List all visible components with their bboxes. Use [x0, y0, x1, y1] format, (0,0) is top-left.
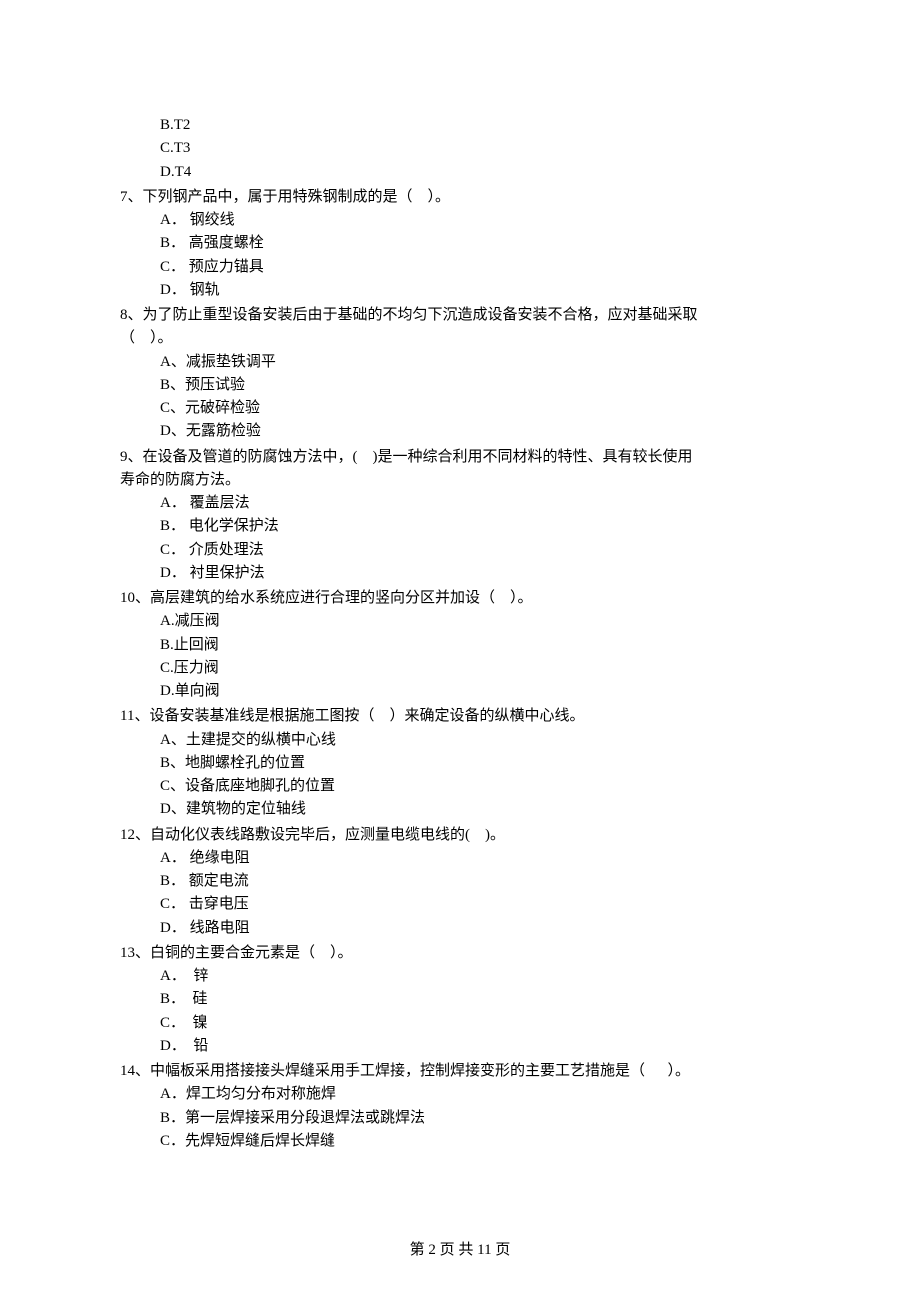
- option-item: D.T4: [160, 161, 800, 184]
- orphan-options-block: B.T2 C.T3 D.T4: [120, 114, 800, 184]
- question-stem: 11、设备安装基准线是根据施工图按（ ）来确定设备的纵横中心线。: [120, 705, 800, 728]
- option-item: B．第一层焊接采用分段退焊法或跳焊法: [160, 1107, 800, 1130]
- option-item: C、设备底座地脚孔的位置: [160, 775, 800, 798]
- question-14: 14、中幅板采用搭接接头焊缝采用手工焊接，控制焊接变形的主要工艺措施是（ ）。 …: [120, 1060, 800, 1153]
- option-item: C． 介质处理法: [160, 539, 800, 562]
- option-item: A.减压阀: [160, 610, 800, 633]
- question-stem: 9、在设备及管道的防腐蚀方法中，( )是一种综合利用不同材料的特性、具有较长使用…: [120, 446, 800, 493]
- option-item: A． 锌: [160, 965, 800, 988]
- option-item: C.T3: [160, 137, 800, 160]
- question-options: A． 钢绞线 B． 高强度螺栓 C． 预应力锚具 D． 钢轨: [120, 209, 800, 302]
- question-options: A.减压阀 B.止回阀 C.压力阀 D.单向阀: [120, 610, 800, 703]
- document-page: B.T2 C.T3 D.T4 7、下列钢产品中，属于用特殊钢制成的是（ ）。 A…: [0, 0, 920, 1302]
- option-item: A． 覆盖层法: [160, 492, 800, 515]
- question-options: A． 锌 B． 硅 C． 镍 D． 铅: [120, 965, 800, 1058]
- question-13: 13、白铜的主要合金元素是（ ）。 A． 锌 B． 硅 C． 镍 D． 铅: [120, 942, 800, 1058]
- question-stem: 12、自动化仪表线路敷设完毕后，应测量电缆电线的( )。: [120, 824, 800, 847]
- option-item: D、无露筋检验: [160, 420, 800, 443]
- option-item: C． 击穿电压: [160, 893, 800, 916]
- option-item: B.止回阀: [160, 634, 800, 657]
- option-item: A． 钢绞线: [160, 209, 800, 232]
- option-item: D． 铅: [160, 1035, 800, 1058]
- option-item: D、建筑物的定位轴线: [160, 798, 800, 821]
- option-item: D.单向阀: [160, 680, 800, 703]
- option-item: A．焊工均匀分布对称施焊: [160, 1083, 800, 1106]
- question-options: A．焊工均匀分布对称施焊 B．第一层焊接采用分段退焊法或跳焊法 C．先焊短焊缝后…: [120, 1083, 800, 1153]
- option-item: B.T2: [160, 114, 800, 137]
- option-item: D． 线路电阻: [160, 917, 800, 940]
- question-stem: 13、白铜的主要合金元素是（ ）。: [120, 942, 800, 965]
- question-options: A、土建提交的纵横中心线 B、地脚螺栓孔的位置 C、设备底座地脚孔的位置 D、建…: [120, 729, 800, 822]
- option-item: C.压力阀: [160, 657, 800, 680]
- option-item: D． 衬里保护法: [160, 562, 800, 585]
- option-item: B． 硅: [160, 988, 800, 1011]
- question-stem: 14、中幅板采用搭接接头焊缝采用手工焊接，控制焊接变形的主要工艺措施是（ ）。: [120, 1060, 800, 1083]
- question-stem: 10、高层建筑的给水系统应进行合理的竖向分区并加设（ ）。: [120, 587, 800, 610]
- question-options: A． 绝缘电阻 B． 额定电流 C． 击穿电压 D． 线路电阻: [120, 847, 800, 940]
- option-item: A、减振垫铁调平: [160, 351, 800, 374]
- option-item: B． 额定电流: [160, 870, 800, 893]
- question-12: 12、自动化仪表线路敷设完毕后，应测量电缆电线的( )。 A． 绝缘电阻 B． …: [120, 824, 800, 940]
- option-item: A． 绝缘电阻: [160, 847, 800, 870]
- option-item: D． 钢轨: [160, 279, 800, 302]
- question-options: A． 覆盖层法 B． 电化学保护法 C． 介质处理法 D． 衬里保护法: [120, 492, 800, 585]
- question-8: 8、为了防止重型设备安装后由于基础的不均匀下沉造成设备安装不合格，应对基础采取 …: [120, 304, 800, 444]
- option-item: B． 高强度螺栓: [160, 232, 800, 255]
- option-item: B． 电化学保护法: [160, 515, 800, 538]
- question-stem: 7、下列钢产品中，属于用特殊钢制成的是（ ）。: [120, 186, 800, 209]
- question-10: 10、高层建筑的给水系统应进行合理的竖向分区并加设（ ）。 A.减压阀 B.止回…: [120, 587, 800, 703]
- question-stem: 8、为了防止重型设备安装后由于基础的不均匀下沉造成设备安装不合格，应对基础采取 …: [120, 304, 800, 351]
- option-item: A、土建提交的纵横中心线: [160, 729, 800, 752]
- question-9: 9、在设备及管道的防腐蚀方法中，( )是一种综合利用不同材料的特性、具有较长使用…: [120, 446, 800, 586]
- option-item: C． 镍: [160, 1012, 800, 1035]
- option-item: B、地脚螺栓孔的位置: [160, 752, 800, 775]
- option-item: C．先焊短焊缝后焊长焊缝: [160, 1130, 800, 1153]
- option-item: B、预压试验: [160, 374, 800, 397]
- question-11: 11、设备安装基准线是根据施工图按（ ）来确定设备的纵横中心线。 A、土建提交的…: [120, 705, 800, 821]
- question-options: A、减振垫铁调平 B、预压试验 C、元破碎检验 D、无露筋检验: [120, 351, 800, 444]
- option-item: C． 预应力锚具: [160, 256, 800, 279]
- option-item: C、元破碎检验: [160, 397, 800, 420]
- question-7: 7、下列钢产品中，属于用特殊钢制成的是（ ）。 A． 钢绞线 B． 高强度螺栓 …: [120, 186, 800, 302]
- page-footer: 第 2 页 共 11 页: [0, 1239, 920, 1262]
